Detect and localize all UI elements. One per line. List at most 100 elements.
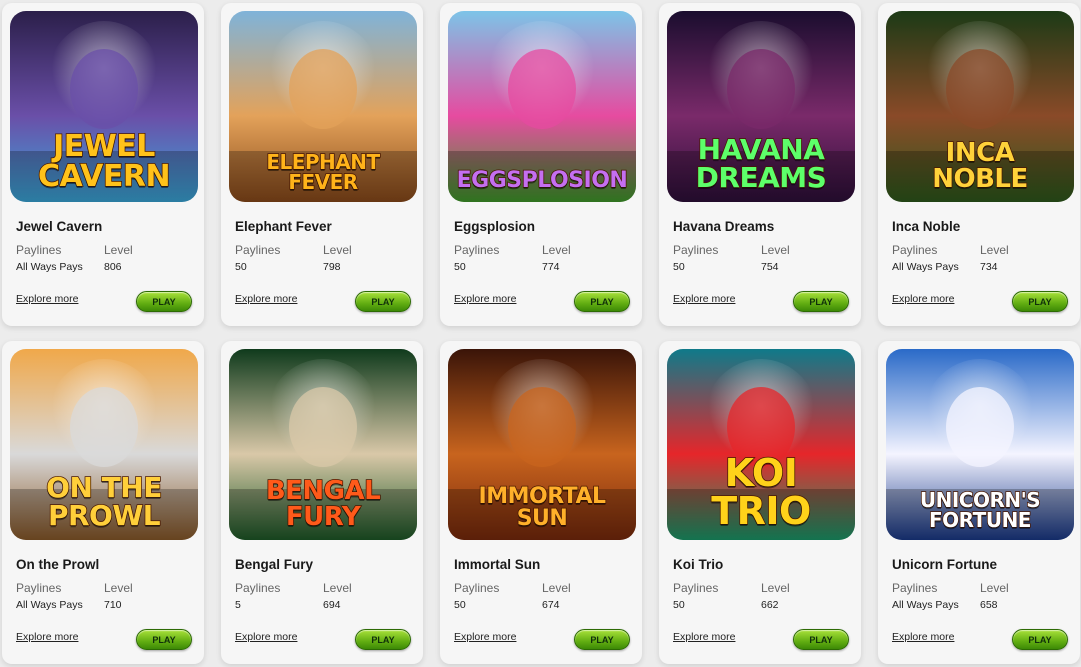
game-thumbnail[interactable]: ON THE PROWL: [10, 349, 198, 540]
game-title: Koi Trio: [673, 557, 724, 572]
game-title: Immortal Sun: [454, 557, 541, 572]
play-button[interactable]: PLAY: [574, 629, 630, 650]
art-title-line: FURY: [285, 502, 361, 532]
level-value: 798: [323, 261, 341, 273]
level-value: 806: [104, 261, 122, 273]
paylines-label: Paylines: [454, 581, 500, 595]
art-title-line: PROWL: [47, 499, 161, 532]
level-value: 774: [542, 261, 560, 273]
level-label: Level: [542, 581, 571, 595]
game-thumbnail[interactable]: HAVANA DREAMS: [667, 11, 855, 202]
level-label: Level: [323, 581, 352, 595]
art-title-line: INCA: [945, 138, 1016, 168]
paylines-value: 5: [235, 599, 241, 611]
level-label: Level: [761, 581, 790, 595]
paylines-value: All Ways Pays: [16, 261, 83, 273]
paylines-value: All Ways Pays: [892, 261, 959, 273]
paylines-value: All Ways Pays: [16, 599, 83, 611]
explore-more-link[interactable]: Explore more: [16, 293, 78, 305]
paylines-label: Paylines: [235, 243, 281, 257]
game-thumbnail[interactable]: INCA NOBLE: [886, 11, 1074, 202]
art-title-line: TRIO: [710, 489, 812, 533]
play-button[interactable]: PLAY: [136, 291, 192, 312]
paylines-label: Paylines: [16, 243, 62, 257]
art-title-line: EGGSPLOSION: [456, 168, 629, 193]
paylines-label: Paylines: [673, 243, 719, 257]
game-thumbnail[interactable]: KOI TRIO: [667, 349, 855, 540]
paylines-value: 50: [454, 261, 466, 273]
game-thumbnail[interactable]: ELEPHANT FEVER: [229, 11, 417, 202]
art-title-line: SUN: [516, 506, 569, 531]
game-card[interactable]: EGGSPLOSION Eggsplosion Paylines Level 5…: [440, 3, 642, 326]
game-thumbnail[interactable]: JEWEL CAVERN: [10, 11, 198, 202]
art-title-line: HAVANA: [697, 133, 826, 166]
game-thumbnail[interactable]: IMMORTAL SUN: [448, 349, 636, 540]
paylines-value: 50: [673, 599, 685, 611]
level-value: 694: [323, 599, 341, 611]
game-title: Unicorn Fortune: [892, 557, 997, 572]
play-button[interactable]: PLAY: [793, 629, 849, 650]
game-card[interactable]: KOI TRIO Koi Trio Paylines Level 50 662 E…: [659, 341, 861, 664]
play-button[interactable]: PLAY: [793, 291, 849, 312]
play-button[interactable]: PLAY: [136, 629, 192, 650]
paylines-label: Paylines: [235, 581, 281, 595]
paylines-value: 50: [454, 599, 466, 611]
art-title-line: NOBLE: [931, 164, 1029, 194]
game-title: Eggsplosion: [454, 219, 535, 234]
explore-more-link[interactable]: Explore more: [235, 293, 297, 305]
art-title-line: KOI: [724, 451, 799, 495]
game-title: Elephant Fever: [235, 219, 332, 234]
level-label: Level: [323, 243, 352, 257]
explore-more-link[interactable]: Explore more: [892, 293, 954, 305]
game-card[interactable]: BENGAL FURY Bengal Fury Paylines Level 5 …: [221, 341, 423, 664]
paylines-label: Paylines: [16, 581, 62, 595]
explore-more-link[interactable]: Explore more: [235, 631, 297, 643]
game-title: Inca Noble: [892, 219, 961, 234]
play-button[interactable]: PLAY: [1012, 629, 1068, 650]
paylines-value: 50: [673, 261, 685, 273]
game-card[interactable]: JEWEL CAVERN Jewel Cavern Paylines Level …: [2, 3, 204, 326]
explore-more-link[interactable]: Explore more: [673, 631, 735, 643]
game-card[interactable]: ELEPHANT FEVER Elephant Fever Paylines Le…: [221, 3, 423, 326]
level-label: Level: [104, 581, 133, 595]
art-title-line: UNICORN'S: [919, 488, 1041, 512]
game-card[interactable]: HAVANA DREAMS Havana Dreams Paylines Leve…: [659, 3, 861, 326]
game-card[interactable]: IMMORTAL SUN Immortal Sun Paylines Level …: [440, 341, 642, 664]
paylines-value: All Ways Pays: [892, 599, 959, 611]
art-title-line: DREAMS: [695, 161, 828, 194]
level-value: 754: [761, 261, 779, 273]
paylines-label: Paylines: [892, 243, 938, 257]
game-thumbnail[interactable]: BENGAL FURY: [229, 349, 417, 540]
game-grid: JEWEL CAVERN Jewel Cavern Paylines Level …: [0, 0, 1081, 667]
paylines-label: Paylines: [454, 243, 500, 257]
level-value: 710: [104, 599, 122, 611]
play-button[interactable]: PLAY: [1012, 291, 1068, 312]
game-title: Havana Dreams: [673, 219, 775, 234]
level-label: Level: [542, 243, 571, 257]
game-card[interactable]: UNICORN'S FORTUNE Unicorn Fortune Payline…: [878, 341, 1080, 664]
play-button[interactable]: PLAY: [355, 629, 411, 650]
explore-more-link[interactable]: Explore more: [454, 293, 516, 305]
game-card[interactable]: ON THE PROWL On the Prowl Paylines Level …: [2, 341, 204, 664]
game-title: Jewel Cavern: [16, 219, 103, 234]
play-button[interactable]: PLAY: [355, 291, 411, 312]
art-title-line: JEWEL: [52, 129, 156, 164]
art-title-line: IMMORTAL: [478, 484, 607, 509]
play-button[interactable]: PLAY: [574, 291, 630, 312]
explore-more-link[interactable]: Explore more: [454, 631, 516, 643]
art-title-line: ON THE: [45, 471, 163, 504]
art-title-line: FORTUNE: [928, 508, 1032, 532]
level-label: Level: [980, 243, 1009, 257]
level-value: 658: [980, 599, 998, 611]
paylines-label: Paylines: [673, 581, 719, 595]
art-title-line: ELEPHANT: [266, 150, 381, 174]
game-thumbnail[interactable]: EGGSPLOSION: [448, 11, 636, 202]
explore-more-link[interactable]: Explore more: [892, 631, 954, 643]
level-value: 662: [761, 599, 779, 611]
game-card[interactable]: INCA NOBLE Inca Noble Paylines Level All …: [878, 3, 1080, 326]
explore-more-link[interactable]: Explore more: [16, 631, 78, 643]
game-title: On the Prowl: [16, 557, 100, 572]
game-thumbnail[interactable]: UNICORN'S FORTUNE: [886, 349, 1074, 540]
level-label: Level: [104, 243, 133, 257]
explore-more-link[interactable]: Explore more: [673, 293, 735, 305]
